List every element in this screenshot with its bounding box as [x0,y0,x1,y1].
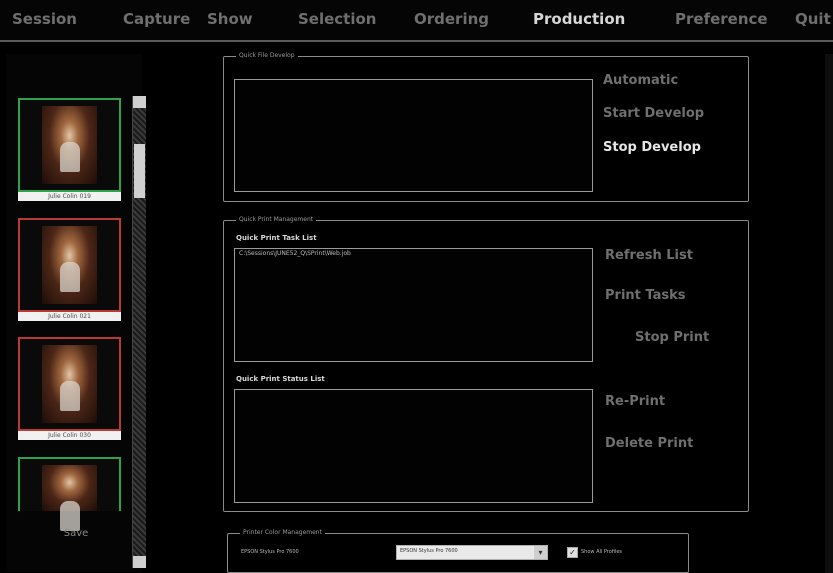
print-tasks-button[interactable]: Print Tasks [605,288,685,303]
save-button[interactable]: Save [46,528,106,539]
show-all-profiles-checkbox[interactable]: ✓ [567,547,578,558]
menu-ordering[interactable]: Ordering [414,10,489,28]
menu-bar: Session Capture Show Selection Ordering … [0,0,833,42]
task-list-item[interactable]: C:\Sessions\JUNE52_Q\SPrint\Web.job [235,249,592,259]
menu-session[interactable]: Session [12,10,77,28]
status-list[interactable] [234,389,593,503]
stop-print-button[interactable]: Stop Print [635,330,709,345]
thumbnail-2[interactable] [18,218,121,312]
photo-image [42,226,97,304]
thumbnail-1[interactable] [18,98,121,192]
menu-capture[interactable]: Capture [123,10,190,28]
window-edge [825,54,833,573]
refresh-list-button[interactable]: Refresh List [605,248,693,263]
start-develop-button[interactable]: Start Develop [603,106,704,121]
scrollbar-thumb[interactable] [134,144,145,198]
photo-image [42,345,97,423]
stop-develop-button[interactable]: Stop Develop [603,140,701,155]
photo-image [42,106,97,184]
automatic-button[interactable]: Automatic [603,73,678,88]
thumbnail-4[interactable] [18,457,121,531]
printer-label: EPSON Stylus Pro 7600 [241,549,299,555]
photo-image [42,465,97,531]
production-panel: Quick File Develop Automatic Start Devel… [148,51,833,573]
task-list-label: Quick Print Task List [236,234,317,242]
printer-dropdown-value: EPSON Stylus Pro 7600 [400,548,458,554]
filmstrip-panel: Julie Colin 019 Julie Colin 021 Julie Co… [6,54,146,572]
develop-list[interactable] [234,79,593,192]
thumbnail-3[interactable] [18,337,121,431]
quick-develop-legend: Quick File Develop [236,51,298,61]
status-list-label: Quick Print Status List [236,375,325,383]
filmstrip-scrollbar[interactable] [132,96,146,568]
thumbnail-caption: Julie Colin 030 [18,431,121,440]
menu-show[interactable]: Show [207,10,253,28]
menu-selection[interactable]: Selection [298,10,376,28]
application-window: Session Capture Show Selection Ordering … [0,0,833,573]
quick-print-legend: Quick Print Management [236,215,317,225]
show-all-profiles-label: Show All Profiles [581,549,623,555]
task-list[interactable]: C:\Sessions\JUNE52_Q\SPrint\Web.job [234,248,593,362]
menu-quit[interactable]: Quit [795,10,831,28]
menu-production[interactable]: Production [533,10,625,28]
printer-dropdown[interactable]: EPSON Stylus Pro 7600 ▾ [396,545,548,560]
scroll-up-arrow-icon[interactable] [133,96,146,108]
delete-print-button[interactable]: Delete Print [605,436,693,451]
chevron-down-icon[interactable]: ▾ [534,546,547,559]
scroll-down-arrow-icon[interactable] [133,556,146,568]
menu-separator [0,42,833,54]
thumbnail-caption: Julie Colin 021 [18,312,121,321]
thumbnail-caption: Julie Colin 019 [18,192,121,201]
color-management-legend: Printer Color Management [240,528,325,538]
menu-preference[interactable]: Preference [675,10,768,28]
reprint-button[interactable]: Re-Print [605,394,665,409]
